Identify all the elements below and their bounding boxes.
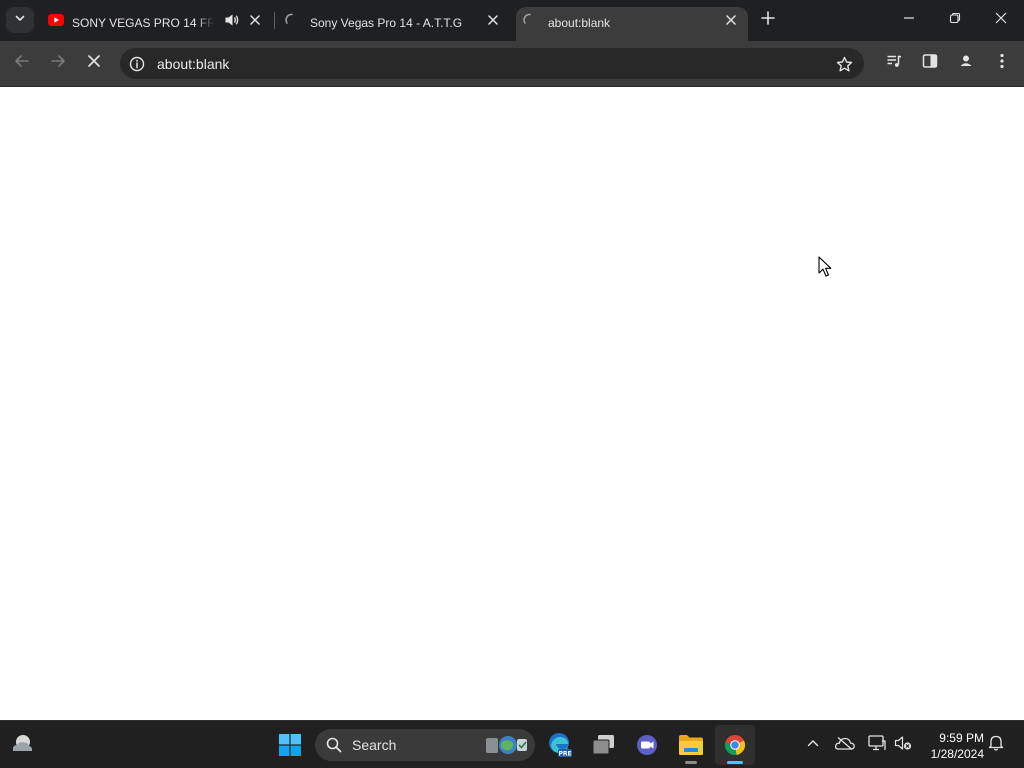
- browser-toolbar: about:blank: [0, 41, 1024, 87]
- active-indicator: [727, 761, 743, 764]
- tab-about-blank[interactable]: about:blank: [516, 7, 748, 41]
- tab-close-icon[interactable]: [247, 12, 263, 28]
- onedrive-icon: [834, 736, 855, 755]
- chrome-icon: [723, 733, 747, 757]
- address-url: about:blank: [157, 56, 230, 72]
- close-icon: [995, 11, 1007, 29]
- search-highlight-icon: [483, 732, 531, 758]
- minimize-icon: [903, 11, 915, 29]
- stop-loading-button[interactable]: [82, 51, 106, 75]
- back-arrow-icon: [14, 53, 30, 74]
- side-panel-icon: [922, 53, 938, 74]
- plus-icon: [761, 10, 775, 30]
- windows-start-icon: [278, 733, 302, 757]
- forward-button[interactable]: [46, 51, 70, 75]
- taskbar-app-edge-beta[interactable]: PRE: [540, 725, 580, 765]
- tab-strip: SONY VEGAS PRO 14 FREE Sony Vegas Pro 14…: [0, 0, 1024, 41]
- side-panel-button[interactable]: [918, 51, 942, 75]
- tab-sony-vegas[interactable]: Sony Vegas Pro 14 - A.T.T.G: [278, 7, 510, 41]
- tab-title: SONY VEGAS PRO 14 FREE: [72, 16, 214, 30]
- tab-close-icon[interactable]: [723, 12, 739, 28]
- restore-icon: [949, 11, 961, 29]
- loading-spinner-icon: [284, 12, 300, 28]
- notifications-button[interactable]: [986, 735, 1006, 755]
- new-tab-button[interactable]: [757, 9, 779, 31]
- file-explorer-icon: [678, 733, 704, 757]
- clock-date: 1/28/2024: [930, 747, 984, 761]
- clock-time: 9:59 PM: [939, 731, 984, 745]
- menu-button[interactable]: [990, 51, 1014, 75]
- network-icon: [868, 734, 886, 756]
- tab-youtube[interactable]: SONY VEGAS PRO 14 FREE: [40, 7, 272, 41]
- teams-chat-icon: [635, 733, 659, 757]
- weather-cloud-icon: [10, 733, 34, 758]
- media-controls-button[interactable]: [882, 51, 906, 75]
- chevron-up-icon: [807, 736, 819, 754]
- edge-beta-icon: PRE: [548, 732, 572, 758]
- taskbar-app-file-explorer[interactable]: [671, 725, 711, 765]
- close-window-button[interactable]: [989, 8, 1013, 32]
- page-content-blank[interactable]: [0, 87, 1024, 720]
- minimize-button[interactable]: [897, 8, 921, 32]
- speaker-icon[interactable]: [223, 12, 241, 28]
- task-view-icon: [592, 733, 616, 757]
- tab-close-icon[interactable]: [485, 12, 501, 28]
- mouse-cursor-icon: [818, 256, 832, 283]
- tray-overflow-button[interactable]: [803, 735, 823, 755]
- start-button[interactable]: [270, 725, 310, 765]
- stop-x-icon: [87, 54, 101, 73]
- media-queue-icon: [886, 53, 902, 74]
- volume-muted-icon: [894, 735, 912, 756]
- volume-tray[interactable]: [892, 735, 914, 755]
- tab-title: about:blank: [548, 16, 611, 30]
- info-icon[interactable]: [128, 55, 146, 73]
- system-clock[interactable]: 9:59 PM 1/28/2024: [920, 730, 984, 762]
- svg-text:PRE: PRE: [558, 751, 571, 758]
- tab-separator: [274, 12, 275, 29]
- youtube-icon: [48, 12, 64, 28]
- forward-arrow-icon: [50, 53, 66, 74]
- taskbar-app-task-view[interactable]: [584, 725, 624, 765]
- tab-title-fade: [196, 15, 214, 33]
- screen: SONY VEGAS PRO 14 FREE Sony Vegas Pro 14…: [0, 0, 1024, 768]
- taskbar-app-chrome[interactable]: [715, 725, 755, 765]
- chevron-down-icon: [14, 11, 26, 29]
- address-bar[interactable]: about:blank: [120, 48, 864, 79]
- onedrive-tray[interactable]: [834, 735, 856, 755]
- loading-spinner-icon: [522, 12, 538, 28]
- kebab-menu-icon: [1000, 53, 1004, 74]
- restore-button[interactable]: [943, 8, 967, 32]
- bookmark-star-icon[interactable]: [834, 54, 854, 74]
- taskbar-app-teams-chat[interactable]: [627, 725, 667, 765]
- windows-taskbar: Search PRE 9:59 PM 1/28/2024: [0, 720, 1024, 768]
- back-button[interactable]: [10, 51, 34, 75]
- notification-bell-icon: [988, 734, 1004, 756]
- weather-widget[interactable]: [8, 731, 36, 759]
- running-indicator: [685, 761, 697, 764]
- search-icon: [325, 736, 343, 754]
- tab-search-button[interactable]: [6, 7, 34, 33]
- tab-title: Sony Vegas Pro 14 - A.T.T.G: [310, 16, 463, 30]
- search-label: Search: [352, 737, 397, 753]
- taskbar-search[interactable]: Search: [315, 729, 535, 761]
- profile-avatar-icon: [957, 52, 975, 75]
- profile-button[interactable]: [954, 51, 978, 75]
- network-tray[interactable]: [866, 734, 888, 756]
